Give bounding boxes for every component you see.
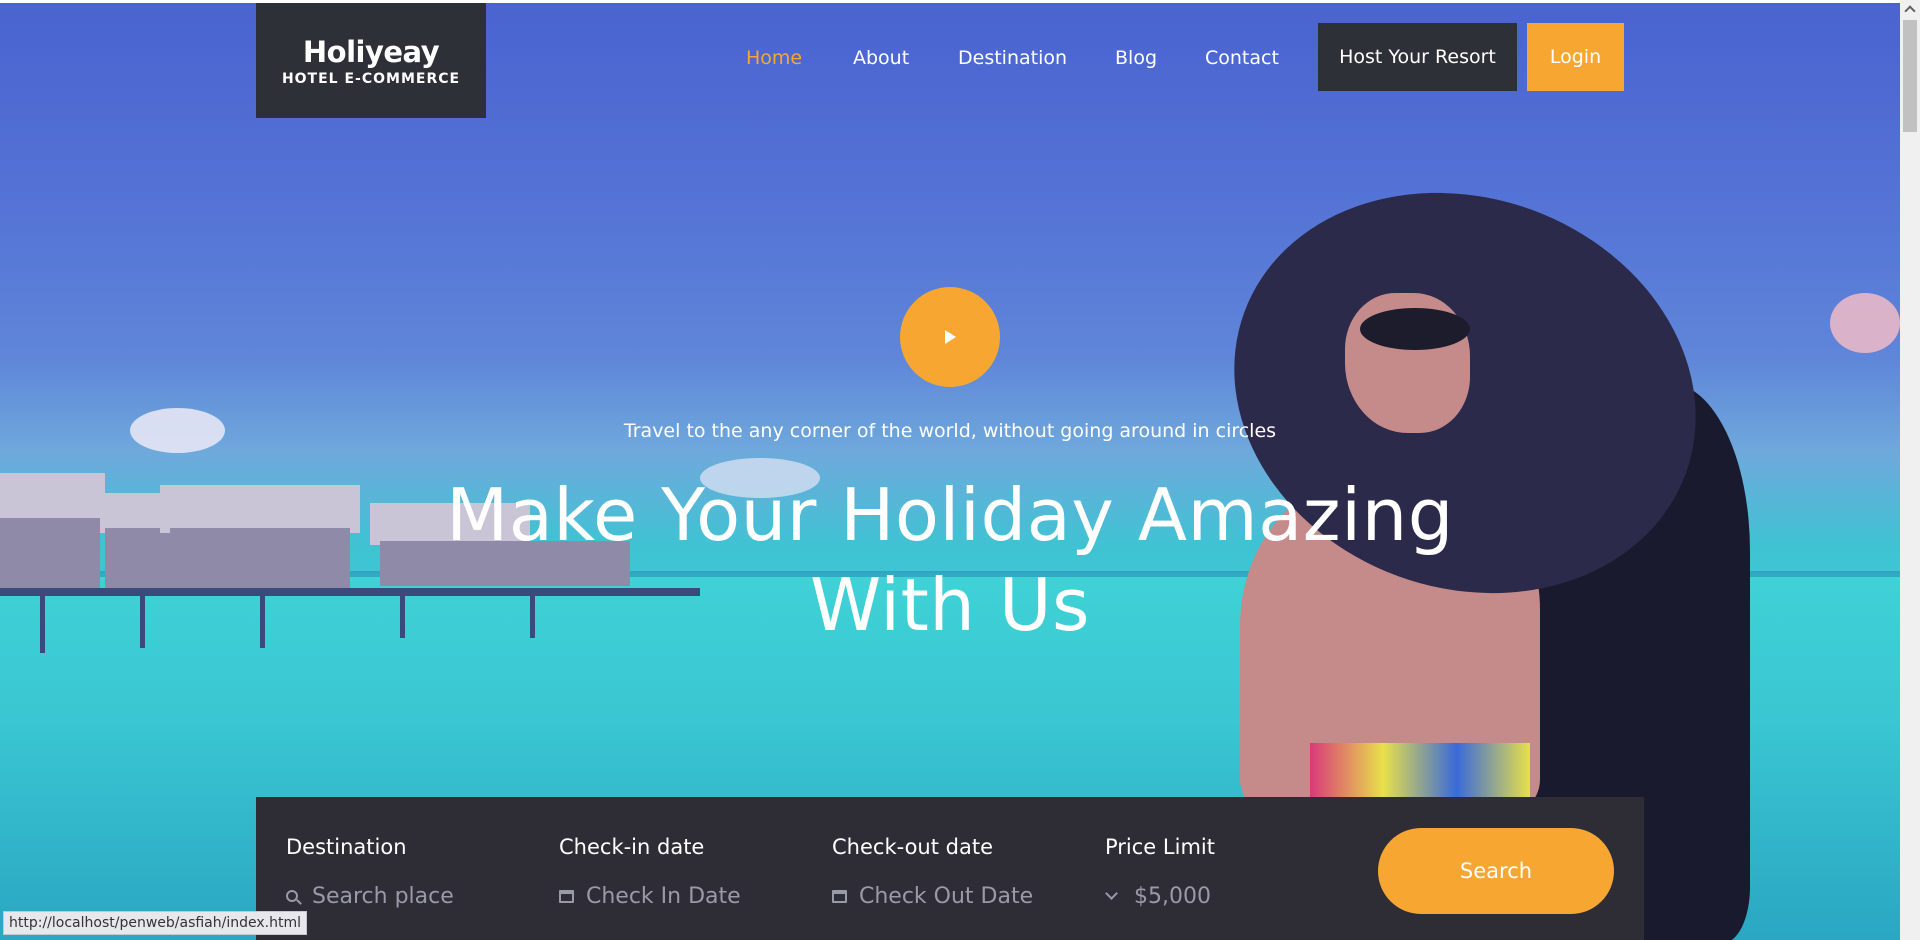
checkin-placeholder: Check In Date [586, 883, 741, 909]
play-video-button[interactable] [900, 287, 1000, 387]
hero-tagline: Travel to the any corner of the world, w… [623, 420, 1277, 442]
destination-label: Destination [286, 835, 407, 859]
status-bar-url: http://localhost/penweb/asfiah/index.htm… [3, 911, 307, 935]
checkout-field: Check-out date Check Out Date [832, 835, 1033, 911]
hero-headline-line2: With Us [809, 563, 1091, 647]
search-button[interactable]: Search [1378, 828, 1614, 914]
hero-headline: Make Your Holiday Amazing With Us [0, 470, 1900, 650]
nav-item-home[interactable]: Home [746, 47, 802, 69]
play-icon [945, 330, 956, 344]
checkin-field: Check-in date Check In Date [559, 835, 741, 911]
chevron-down-icon [1105, 886, 1118, 900]
checkin-label: Check-in date [559, 835, 705, 859]
price-value: $5,000 [1134, 883, 1211, 909]
nav-item-destination[interactable]: Destination [958, 47, 1067, 69]
destination-input[interactable]: Search place [286, 881, 454, 911]
logo[interactable]: Holiyeay HOTEL E-COMMERCE [256, 3, 486, 118]
cloud [1830, 293, 1900, 353]
logo-title: Holiyeay [302, 35, 440, 69]
checkout-label: Check-out date [832, 835, 993, 859]
calendar-icon [832, 889, 847, 903]
hero-headline-line1: Make Your Holiday Amazing [446, 473, 1454, 557]
nav-item-blog[interactable]: Blog [1115, 47, 1157, 69]
calendar-icon [559, 889, 574, 903]
logo-subtitle: HOTEL E-COMMERCE [281, 71, 461, 87]
browser-viewport: Holiyeay HOTEL E-COMMERCE Home About Des… [0, 0, 1900, 940]
nav-item-contact[interactable]: Contact [1205, 47, 1279, 69]
vertical-scrollbar[interactable] [1900, 0, 1920, 940]
search-icon [286, 890, 298, 902]
checkout-placeholder: Check Out Date [859, 883, 1034, 909]
nav-item-about[interactable]: About [853, 47, 909, 69]
price-select[interactable]: $5,000 [1105, 881, 1215, 911]
price-field: Price Limit $5,000 [1105, 835, 1215, 911]
login-button[interactable]: Login [1527, 23, 1624, 91]
price-label: Price Limit [1105, 835, 1215, 859]
checkin-input[interactable]: Check In Date [559, 881, 741, 911]
booking-search-bar: Destination Search place Check-in date C… [256, 797, 1644, 940]
checkout-input[interactable]: Check Out Date [832, 881, 1033, 911]
destination-placeholder: Search place [312, 883, 454, 909]
host-your-resort-button[interactable]: Host Your Resort [1318, 23, 1517, 91]
scroll-up-arrow-icon[interactable] [1900, 0, 1920, 18]
sunglasses [1360, 308, 1470, 350]
destination-field: Destination Search place [286, 835, 454, 911]
scrollbar-thumb[interactable] [1903, 20, 1917, 132]
